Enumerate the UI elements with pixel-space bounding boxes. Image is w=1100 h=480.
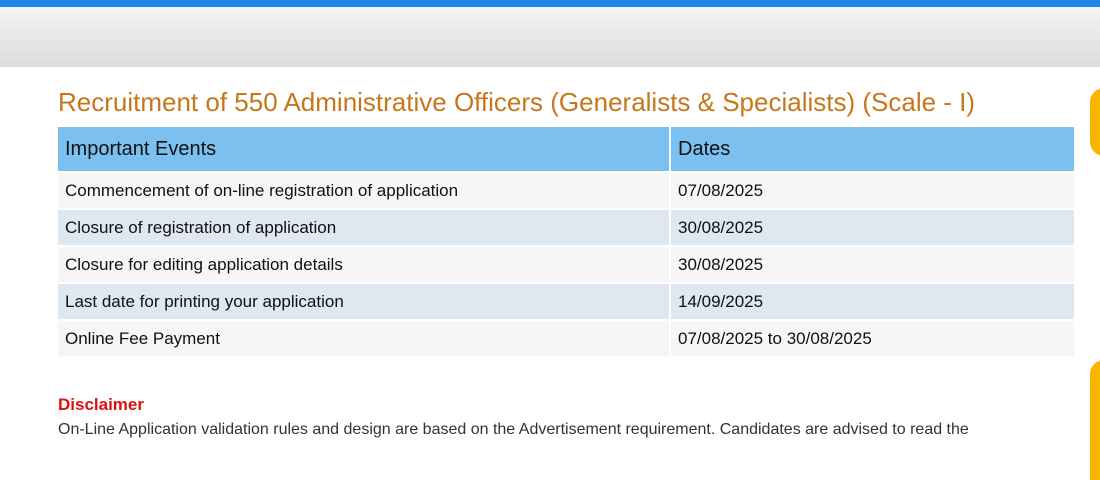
side-panel-tab[interactable]: [1090, 360, 1100, 480]
date-cell: 07/08/2025 to 30/08/2025: [671, 321, 1074, 356]
date-cell: 30/08/2025: [671, 247, 1074, 282]
important-events-table: Important Events Dates Commencement of o…: [56, 125, 1076, 358]
event-cell: Online Fee Payment: [58, 321, 669, 356]
main-content: Recruitment of 550 Administrative Office…: [58, 84, 1078, 358]
date-cell: 30/08/2025: [671, 210, 1074, 245]
header-dates: Dates: [671, 127, 1074, 171]
date-cell: 14/09/2025: [671, 284, 1074, 319]
table-row: Last date for printing your application …: [58, 284, 1074, 319]
event-cell: Closure of registration of application: [58, 210, 669, 245]
side-help-tab[interactable]: [1090, 88, 1100, 156]
disclaimer-title: Disclaimer: [58, 395, 144, 414]
event-cell: Closure for editing application details: [58, 247, 669, 282]
event-cell: Last date for printing your application: [58, 284, 669, 319]
table-row: Closure of registration of application 3…: [58, 210, 1074, 245]
page-title: Recruitment of 550 Administrative Office…: [58, 87, 976, 117]
top-accent-bar: [0, 0, 1100, 7]
table-row: Closure for editing application details …: [58, 247, 1074, 282]
disclaimer-text: On-Line Application validation rules and…: [58, 421, 969, 438]
table-header-row: Important Events Dates: [58, 127, 1074, 171]
table-row: Commencement of on-line registration of …: [58, 173, 1074, 208]
table-row: Online Fee Payment 07/08/2025 to 30/08/2…: [58, 321, 1074, 356]
date-cell: 07/08/2025: [671, 173, 1074, 208]
event-cell: Commencement of on-line registration of …: [58, 173, 669, 208]
header-important-events: Important Events: [58, 127, 669, 171]
header-band: [0, 7, 1100, 67]
